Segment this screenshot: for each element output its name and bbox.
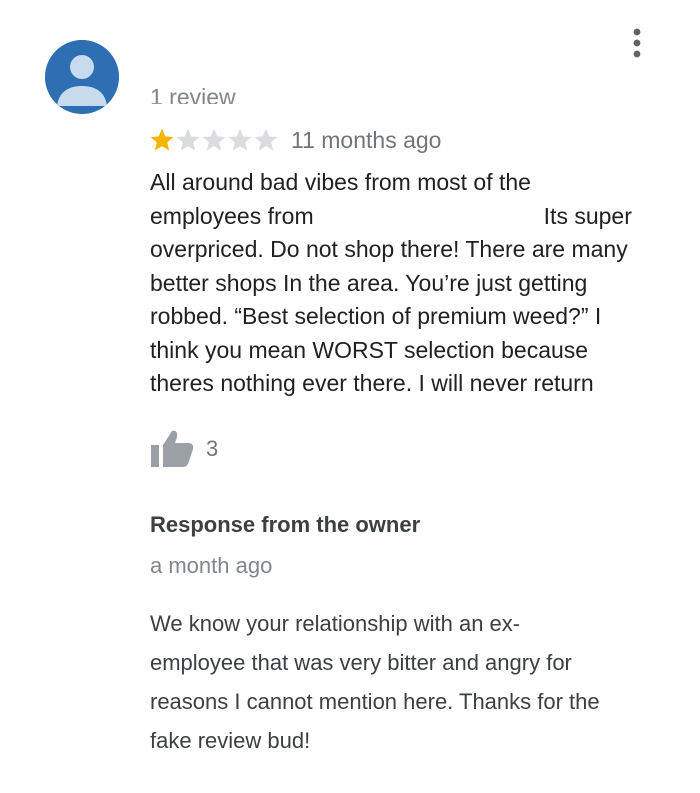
star-filled-icon — [150, 128, 174, 151]
text-line: reasons I cannot mention here. Thanks fo… — [150, 689, 600, 714]
text-line: fake review bud! — [150, 728, 311, 753]
text-line: We know your relationship with an ex- — [150, 611, 521, 636]
text-line: All around bad vibes from most of the — [150, 169, 531, 195]
person-avatar-icon — [45, 40, 119, 114]
reviewer-avatar[interactable] — [45, 40, 119, 114]
text-line: robbed. “Best selection of premium weed?… — [150, 303, 602, 329]
text-line: think you mean WORST selection because — [150, 336, 589, 363]
star-empty-icon — [176, 128, 200, 151]
like-count: 3 — [206, 436, 219, 461]
rating-row: 11 months ago — [149, 124, 441, 156]
owner-response-time: a month ago — [150, 553, 273, 578]
more-vertical-icon — [633, 28, 641, 58]
star-rating — [149, 127, 279, 153]
thumbs-up-icon[interactable] — [150, 429, 194, 469]
like-row: 3 — [150, 428, 218, 470]
review-text: All around bad vibes from most of the emp… — [150, 166, 680, 401]
text-line: employee that was very bitter and angry … — [150, 650, 572, 675]
review-count-text: 1 review — [150, 84, 236, 104]
review-time: 11 months ago — [291, 127, 442, 153]
star-empty-icon — [254, 128, 278, 151]
more-options-button[interactable] — [622, 26, 652, 60]
reviewer-review-count-link[interactable]: 1 review — [150, 76, 350, 104]
text-line: better shops In the area. You’re just ge… — [150, 269, 588, 296]
owner-response-heading: Response from the owner — [150, 512, 421, 537]
text-line: theres nothing ever there. I will never … — [150, 370, 594, 396]
text-line: overpriced. Do not shop there! There are… — [150, 236, 628, 262]
star-empty-icon — [228, 128, 252, 151]
text-line: employees from Its super — [150, 202, 632, 229]
star-empty-icon — [202, 128, 226, 151]
owner-response-text: We know your relationship with an ex-emp… — [150, 604, 680, 760]
